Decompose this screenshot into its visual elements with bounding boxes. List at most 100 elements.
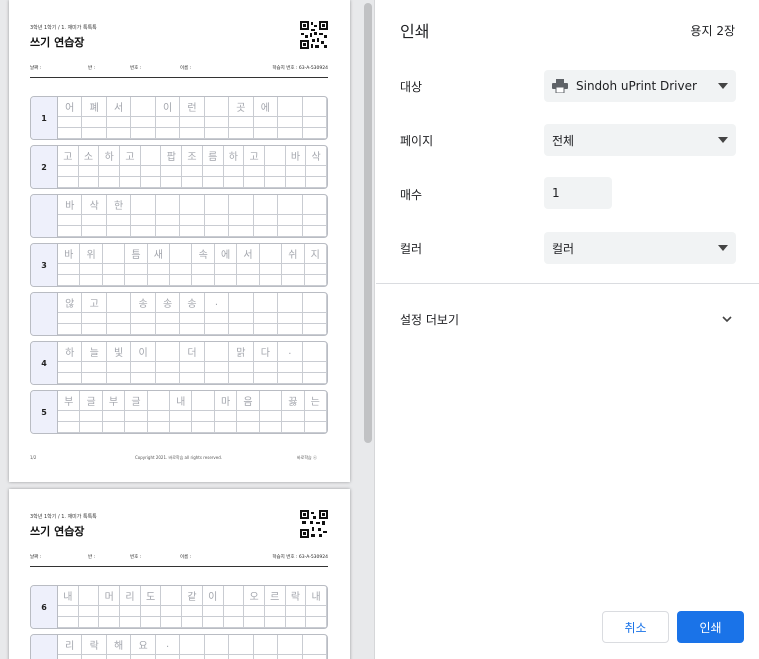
blank-cell bbox=[202, 606, 224, 617]
blank-cell bbox=[82, 128, 107, 139]
trace-char bbox=[278, 293, 303, 313]
blank-cell bbox=[155, 215, 181, 226]
trace-char: 에 bbox=[214, 244, 238, 264]
blank-cell bbox=[282, 264, 305, 275]
blank-cell bbox=[80, 411, 103, 422]
blank-cell bbox=[131, 655, 156, 659]
blank-cell bbox=[58, 617, 79, 628]
blank-cell bbox=[204, 117, 230, 128]
worksheet-title: 쓰기 연습장 bbox=[30, 525, 85, 538]
blank-cell bbox=[302, 313, 327, 324]
sheet-id: 학습지 번호 : 63-A-530924 bbox=[272, 66, 328, 71]
footer-copyright: Copyright 2021. 바로학습 all rights reserved… bbox=[135, 455, 223, 460]
blank-cell bbox=[106, 117, 132, 128]
trace-char: 하 bbox=[58, 342, 83, 362]
blank-cell bbox=[202, 617, 224, 628]
row-number: 1 bbox=[31, 97, 58, 139]
destination-select[interactable]: Sindoh uPrint Driver bbox=[544, 70, 736, 102]
print-preview[interactable]: 3학년 1학기 / 1. 재미가 톡톡톡 쓰기 연습장 날짜 : 반 : 번호 … bbox=[0, 0, 375, 659]
blank-cell bbox=[106, 362, 132, 373]
blank-cell bbox=[140, 617, 162, 628]
blank-cell bbox=[264, 177, 286, 188]
blank-cell bbox=[204, 324, 230, 335]
field-class: 반 : bbox=[88, 66, 96, 71]
blank-cell bbox=[102, 411, 126, 422]
blank-cell bbox=[182, 177, 203, 188]
blank-cell bbox=[161, 166, 183, 177]
blank-cell bbox=[147, 422, 171, 433]
blank-cell bbox=[107, 655, 132, 659]
blank-cell bbox=[106, 226, 132, 237]
trace-char: 조 bbox=[182, 146, 203, 166]
preview-scrollbar[interactable] bbox=[364, 3, 372, 443]
qr-code-icon bbox=[300, 510, 328, 538]
blank-cell bbox=[253, 373, 279, 384]
print-button[interactable]: 인쇄 bbox=[677, 611, 744, 643]
blank-cell bbox=[244, 177, 265, 188]
color-select[interactable]: 컬러 bbox=[544, 232, 736, 264]
blank-cell bbox=[155, 117, 181, 128]
copies-input[interactable]: 1 bbox=[544, 177, 612, 209]
blank-cell bbox=[147, 275, 171, 286]
blank-cell bbox=[229, 313, 254, 324]
blank-cell bbox=[58, 275, 81, 286]
trace-char bbox=[204, 97, 230, 117]
more-settings-toggle[interactable]: 설정 더보기 bbox=[400, 311, 459, 328]
blank-cell bbox=[131, 226, 156, 237]
trace-char bbox=[106, 293, 132, 313]
blank-cell bbox=[264, 606, 286, 617]
pages-select[interactable]: 전체 bbox=[544, 124, 736, 156]
worksheet-subtitle: 3학년 1학기 / 1. 재미가 톡톡톡 bbox=[30, 25, 97, 31]
trace-char bbox=[253, 195, 279, 215]
trace-char bbox=[302, 342, 327, 362]
blank-cell bbox=[82, 655, 107, 659]
blank-cell bbox=[192, 422, 215, 433]
trace-char: 이 bbox=[155, 97, 181, 117]
blank-cell bbox=[204, 313, 230, 324]
blank-cell bbox=[120, 606, 141, 617]
trace-char bbox=[264, 146, 286, 166]
blank-cell bbox=[278, 117, 303, 128]
blank-cell bbox=[161, 617, 183, 628]
cancel-button[interactable]: 취소 bbox=[602, 611, 669, 643]
blank-cell bbox=[180, 655, 205, 659]
blank-cell bbox=[170, 422, 193, 433]
chevron-down-icon bbox=[718, 83, 728, 89]
row-number: 6 bbox=[31, 586, 58, 628]
blank-cell bbox=[253, 324, 279, 335]
writing-row: 6내머리도같이오르락내 bbox=[30, 585, 328, 629]
row-number: 4 bbox=[31, 342, 58, 384]
writing-row: 않고송송송. bbox=[30, 292, 328, 336]
printer-icon bbox=[552, 79, 568, 93]
trace-char: 부 bbox=[102, 391, 126, 411]
blank-cell bbox=[264, 166, 286, 177]
blank-cell bbox=[82, 324, 107, 335]
writing-grid: 바위 틈새 속에서 쉬지 bbox=[58, 244, 327, 286]
blank-cell bbox=[237, 275, 260, 286]
trace-char: 바 bbox=[58, 244, 81, 264]
blank-cell bbox=[99, 177, 121, 188]
blank-cell bbox=[78, 606, 100, 617]
blank-cell bbox=[264, 617, 286, 628]
trace-char bbox=[229, 293, 254, 313]
blank-cell bbox=[278, 226, 303, 237]
row-number: 3 bbox=[31, 244, 58, 286]
trace-char bbox=[253, 293, 279, 313]
trace-char: 하 bbox=[99, 146, 121, 166]
trace-char bbox=[192, 391, 215, 411]
blank-cell bbox=[131, 215, 156, 226]
trace-char: 리 bbox=[58, 635, 83, 655]
trace-char: 같 bbox=[182, 586, 203, 606]
blank-cell bbox=[180, 117, 205, 128]
trace-char: 고 bbox=[58, 146, 79, 166]
blank-cell bbox=[253, 215, 279, 226]
blank-cell bbox=[155, 324, 181, 335]
blank-cell bbox=[306, 606, 327, 617]
trace-char bbox=[147, 391, 171, 411]
expand-chevron-icon[interactable] bbox=[721, 313, 733, 325]
blank-cell bbox=[180, 226, 205, 237]
blank-cell bbox=[82, 373, 107, 384]
blank-cell bbox=[214, 275, 238, 286]
blank-cell bbox=[259, 275, 283, 286]
trace-char: 않 bbox=[58, 293, 83, 313]
